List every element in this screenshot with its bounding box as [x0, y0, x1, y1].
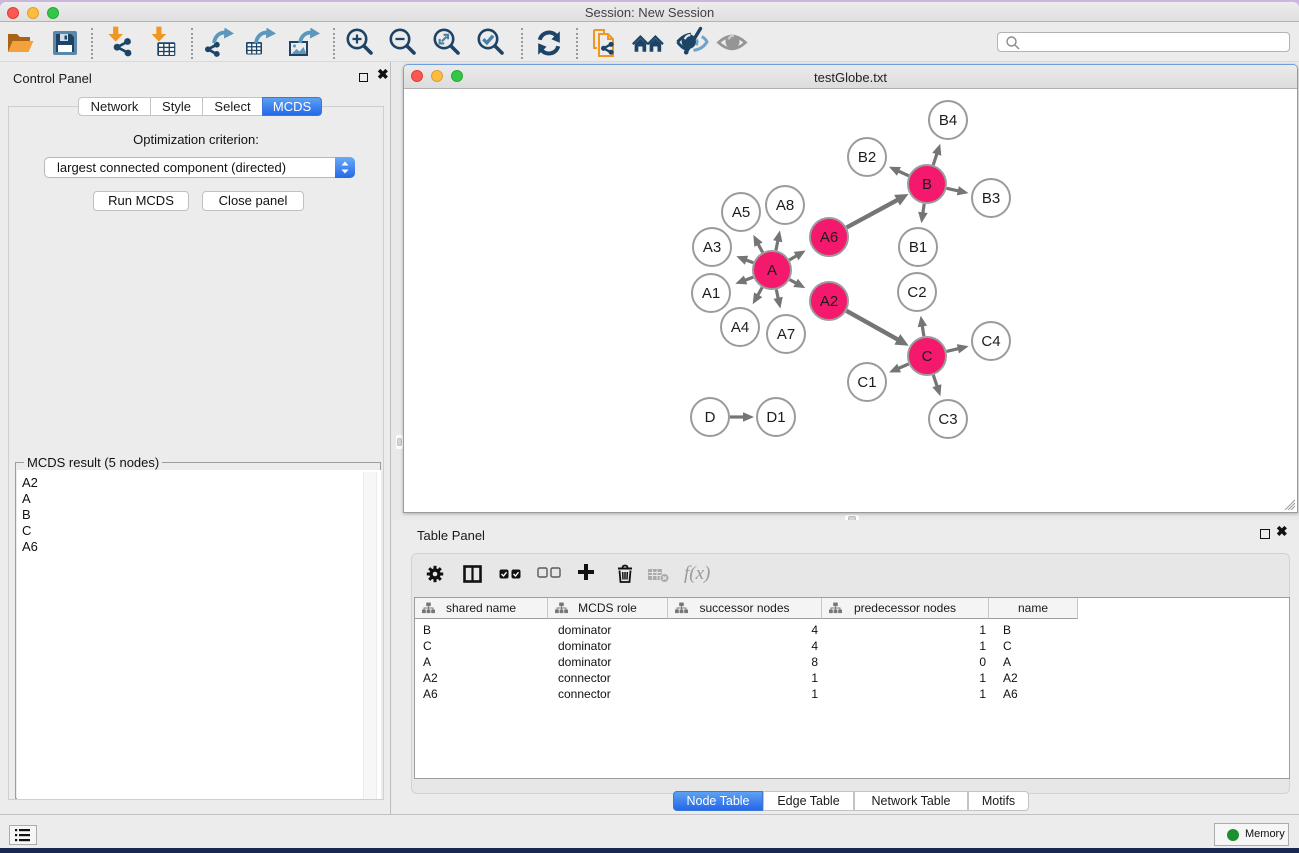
svg-text:C1: C1 [857, 374, 876, 391]
svg-text:f(x): f(x) [684, 563, 710, 584]
svg-text:B2: B2 [858, 149, 876, 166]
svg-text:A7: A7 [777, 326, 795, 343]
svg-text:C3: C3 [938, 411, 957, 428]
svg-text:B: B [922, 176, 932, 193]
svg-text:D1: D1 [766, 409, 785, 426]
svg-text:A8: A8 [776, 197, 794, 214]
svg-text:D: D [705, 409, 716, 426]
svg-text:C2: C2 [907, 284, 926, 301]
svg-text:C4: C4 [981, 333, 1000, 350]
svg-text:A2: A2 [820, 293, 838, 310]
svg-text:B1: B1 [909, 239, 927, 256]
svg-text:A3: A3 [703, 239, 721, 256]
svg-text:B4: B4 [939, 112, 957, 129]
svg-text:A6: A6 [820, 229, 838, 246]
svg-text:A: A [767, 262, 777, 279]
svg-text:B3: B3 [982, 190, 1000, 207]
svg-text:A4: A4 [731, 319, 749, 336]
svg-text:A5: A5 [732, 204, 750, 221]
svg-text:C: C [922, 348, 933, 365]
svg-text:A1: A1 [702, 285, 720, 302]
